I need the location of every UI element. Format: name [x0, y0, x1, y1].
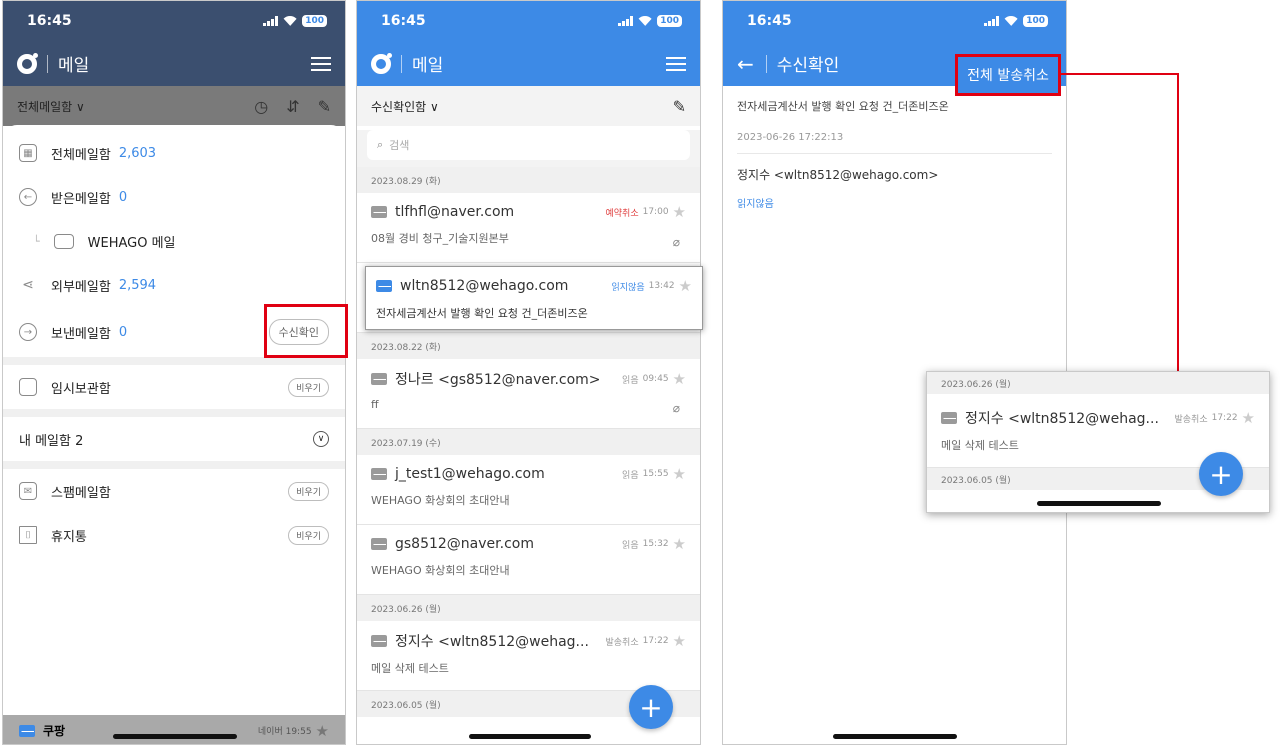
mail-icon — [941, 412, 957, 424]
compose-fab-button[interactable]: + — [1199, 452, 1243, 496]
home-indicator — [1037, 501, 1161, 506]
star-icon[interactable]: ★ — [1242, 409, 1255, 427]
zoomed-inset: 2023.06.26 (월) 정지수 <wltn8512@wehag... 발송취… — [926, 371, 1270, 513]
date-header: 2023.06.26 (월) — [927, 372, 1269, 394]
